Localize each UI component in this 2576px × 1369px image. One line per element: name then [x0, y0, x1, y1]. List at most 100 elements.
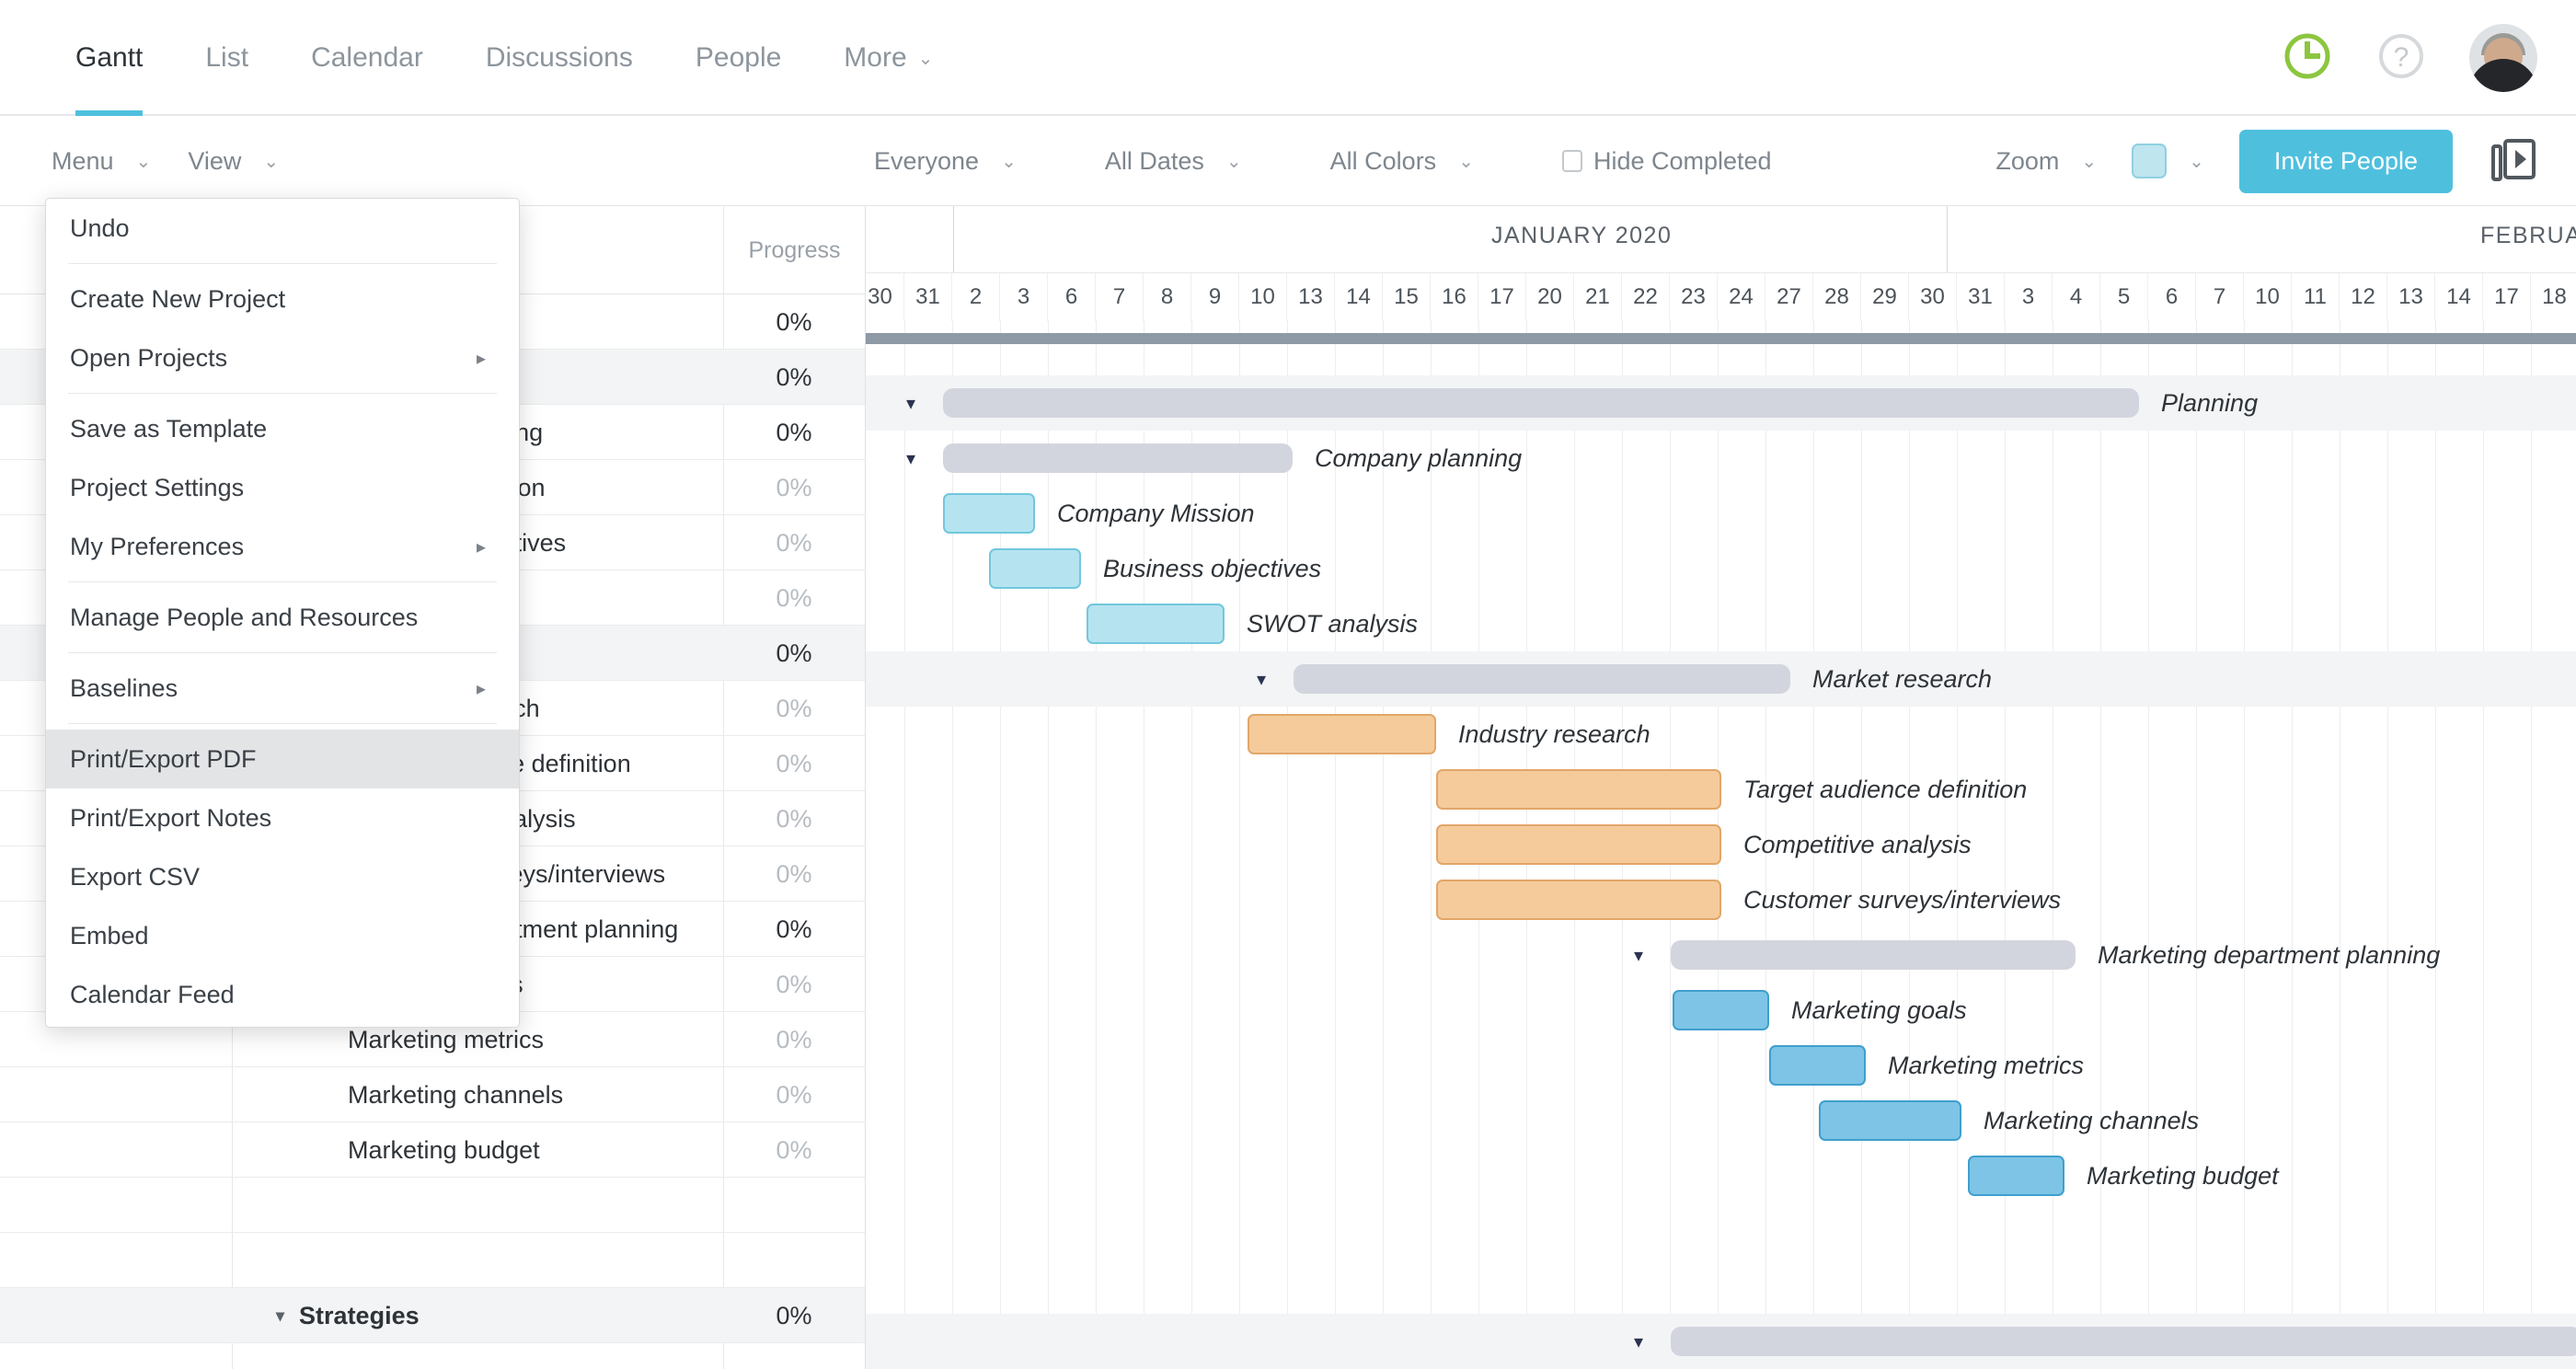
all-colors-filter[interactable]: All Colors ⌄: [1330, 147, 1474, 176]
task-progress-value[interactable]: 0%: [723, 570, 865, 626]
gantt-row[interactable]: Marketing goals: [866, 983, 2576, 1038]
table-row[interactable]: [0, 1233, 865, 1288]
color-swatch-dropdown[interactable]: ⌄: [2132, 144, 2204, 178]
menu-item-open-projects[interactable]: Open Projects ▸: [46, 328, 519, 387]
task-progress-value[interactable]: 0%: [723, 791, 865, 846]
task-name[interactable]: Marketing channels: [348, 1067, 563, 1122]
gantt-row[interactable]: Industry research: [866, 707, 2576, 762]
gantt-bar[interactable]: [1436, 880, 1721, 920]
task-name[interactable]: ▾ Strategies: [276, 1288, 420, 1343]
task-name[interactable]: Marketing budget: [348, 1122, 540, 1178]
task-progress-value[interactable]: 0%: [723, 460, 865, 515]
timer-icon[interactable]: [2282, 30, 2333, 86]
menu-item-baselines[interactable]: Baselines ▸: [46, 659, 519, 718]
gantt-collapse-caret-icon[interactable]: ▾: [1257, 651, 1266, 707]
avatar[interactable]: [2469, 24, 2537, 92]
table-row[interactable]: ▾ Strategies 0%: [0, 1288, 865, 1343]
gantt-bar[interactable]: [1671, 940, 2076, 970]
task-progress-value[interactable]: 0%: [723, 1288, 865, 1343]
menu-item-export-csv[interactable]: Export CSV: [46, 847, 519, 906]
gantt-row[interactable]: ▾ Planning: [866, 375, 2576, 431]
color-swatch[interactable]: [2132, 144, 2168, 178]
menu-item-csv-feed[interactable]: CSV Feed: [46, 1024, 519, 1027]
gantt-row[interactable]: [866, 1203, 2576, 1259]
gantt-row[interactable]: ▾ Marketing department planning: [866, 927, 2576, 983]
gantt-row[interactable]: ▾ Company planning: [866, 431, 2576, 486]
table-row[interactable]: Marketing channels 0%: [0, 1067, 865, 1122]
gantt-bar[interactable]: [1968, 1156, 2064, 1196]
tab-discussions[interactable]: Discussions: [454, 0, 664, 116]
gantt-bar[interactable]: [1769, 1045, 1866, 1086]
gantt-bar[interactable]: [989, 548, 1081, 589]
task-progress-value[interactable]: 0%: [723, 294, 865, 350]
menu-item-save-as-template[interactable]: Save as Template: [46, 399, 519, 458]
task-progress-value[interactable]: 0%: [723, 405, 865, 460]
gantt-row[interactable]: ▾: [866, 1314, 2576, 1369]
all-dates-filter[interactable]: All Dates ⌄: [1105, 147, 1242, 176]
task-progress-value[interactable]: 0%: [723, 846, 865, 902]
gantt-bar[interactable]: [943, 388, 2139, 418]
tab-more[interactable]: More ⌄: [812, 0, 964, 116]
gantt-row[interactable]: Marketing channels: [866, 1093, 2576, 1148]
gantt-bar[interactable]: [1673, 990, 1769, 1030]
presentation-play-icon[interactable]: [2488, 135, 2539, 187]
menu-item-print-export-pdf[interactable]: Print/Export PDF: [46, 730, 519, 788]
gantt-row[interactable]: [866, 320, 2576, 375]
task-progress-value[interactable]: 0%: [723, 626, 865, 681]
everyone-filter[interactable]: Everyone ⌄: [874, 147, 1017, 176]
gantt-bar[interactable]: [943, 443, 1293, 473]
gantt-collapse-caret-icon[interactable]: ▾: [1634, 1314, 1643, 1369]
table-row[interactable]: Marketing budget 0%: [0, 1122, 865, 1178]
gantt-row[interactable]: Competitive analysis: [866, 817, 2576, 872]
tab-calendar[interactable]: Calendar: [280, 0, 454, 116]
menu-item-manage-people-and-resources[interactable]: Manage People and Resources: [46, 588, 519, 647]
menu-item-calendar-feed[interactable]: Calendar Feed: [46, 965, 519, 1024]
gantt-bar[interactable]: [1819, 1100, 1961, 1141]
menu-item-print-export-notes[interactable]: Print/Export Notes: [46, 788, 519, 847]
gantt-row[interactable]: Marketing metrics: [866, 1038, 2576, 1093]
gantt-bar[interactable]: [1248, 714, 1436, 754]
gantt-row[interactable]: Customer surveys/interviews: [866, 872, 2576, 927]
gantt-collapse-caret-icon[interactable]: ▾: [906, 375, 915, 431]
expand-caret-icon[interactable]: ▾: [276, 1306, 284, 1326]
gantt-row[interactable]: SWOT analysis: [866, 596, 2576, 651]
task-progress-value[interactable]: 0%: [723, 1012, 865, 1067]
gantt-row[interactable]: ▾ Market research: [866, 651, 2576, 707]
menu-item-create-new-project[interactable]: Create New Project: [46, 270, 519, 328]
gantt-collapse-caret-icon[interactable]: ▾: [1634, 927, 1643, 983]
task-progress-value[interactable]: 0%: [723, 1067, 865, 1122]
menu-item-embed[interactable]: Embed: [46, 906, 519, 965]
task-progress-value[interactable]: 0%: [723, 957, 865, 1012]
help-icon[interactable]: ?: [2375, 30, 2427, 86]
zoom-dropdown[interactable]: Zoom ⌄: [1995, 147, 2097, 176]
task-progress-value[interactable]: 0%: [723, 736, 865, 791]
task-progress-value[interactable]: 0%: [723, 515, 865, 570]
menu-item-project-settings[interactable]: Project Settings: [46, 458, 519, 517]
gantt-bar[interactable]: [1087, 604, 1225, 644]
menu-item-undo[interactable]: Undo: [46, 199, 519, 258]
table-row[interactable]: [0, 1178, 865, 1233]
gantt-bar[interactable]: [1436, 824, 1721, 865]
gantt-bar[interactable]: [1671, 1327, 2576, 1356]
tab-gantt[interactable]: Gantt: [44, 0, 174, 116]
view-dropdown[interactable]: View ⌄: [188, 147, 279, 176]
gantt-collapse-caret-icon[interactable]: ▾: [906, 431, 915, 486]
task-progress-value[interactable]: 0%: [723, 681, 865, 736]
gantt-row[interactable]: Marketing budget: [866, 1148, 2576, 1203]
menu-dropdown[interactable]: Menu ⌄: [52, 147, 151, 176]
task-progress-value[interactable]: 0%: [723, 350, 865, 405]
hide-completed-toggle[interactable]: Hide Completed: [1561, 147, 1772, 176]
gantt-row[interactable]: [866, 1259, 2576, 1314]
tab-list[interactable]: List: [174, 0, 280, 116]
gantt-row[interactable]: Company Mission: [866, 486, 2576, 541]
gantt-bar[interactable]: [943, 493, 1035, 534]
task-progress-value[interactable]: 0%: [723, 902, 865, 957]
task-progress-value[interactable]: 0%: [723, 1122, 865, 1178]
invite-people-button[interactable]: Invite People: [2238, 129, 2453, 193]
gantt-row[interactable]: Target audience definition: [866, 762, 2576, 817]
hide-completed-checkbox[interactable]: [1561, 150, 1582, 172]
tab-people[interactable]: People: [664, 0, 812, 116]
gantt-row[interactable]: Business objectives: [866, 541, 2576, 596]
gantt-bar[interactable]: [1294, 664, 1790, 694]
menu-item-my-preferences[interactable]: My Preferences ▸: [46, 517, 519, 576]
